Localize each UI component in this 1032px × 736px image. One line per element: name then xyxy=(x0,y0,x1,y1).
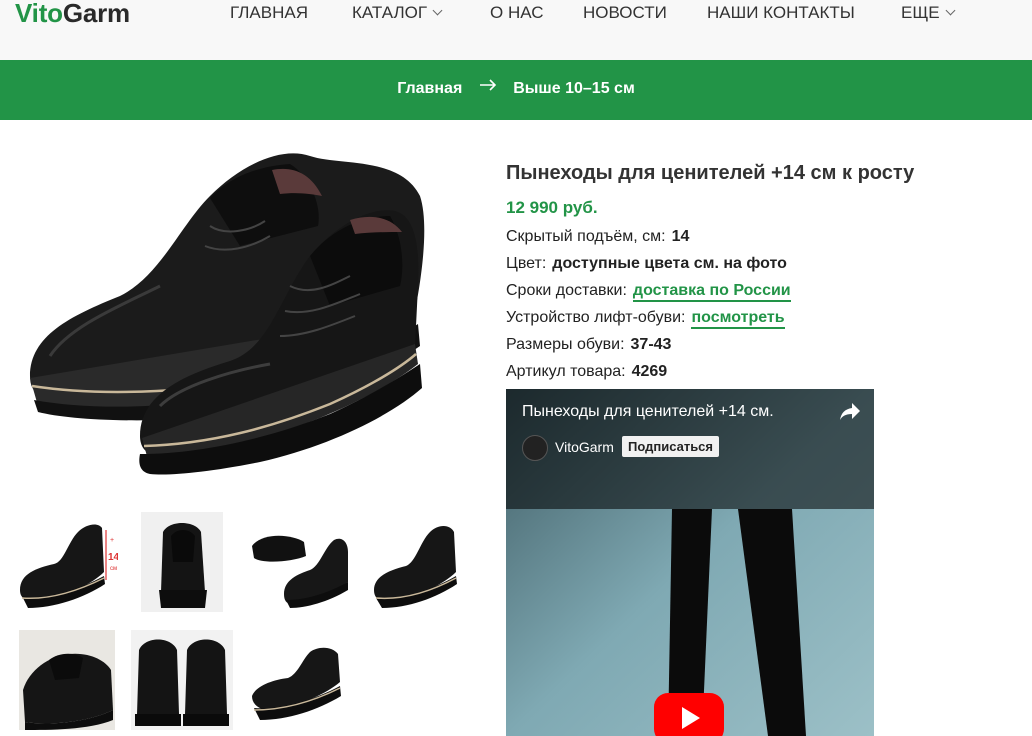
spec-color: Цвет: доступные цвета см. на фото xyxy=(506,255,787,273)
site-header: VitoGarm ГЛАВНАЯ КАТАЛОГ О НАС НОВОСТИ Н… xyxy=(0,0,1032,60)
thumbnail-1[interactable]: + 14 см xyxy=(14,512,120,612)
nav-home[interactable]: ГЛАВНАЯ xyxy=(230,3,308,23)
chevron-down-icon xyxy=(432,5,443,16)
breadcrumb: Главная Выше 10–15 см xyxy=(0,78,1032,98)
lift-badge-unit: см xyxy=(110,566,117,572)
lift-badge-number: 14 xyxy=(108,552,118,563)
breadcrumb-bar: Главная Выше 10–15 см xyxy=(0,60,1032,120)
spec-sku-value: 4269 xyxy=(631,363,668,380)
thumbnail-7[interactable] xyxy=(248,630,352,730)
spec-lift-label: Скрытый подъём, см: xyxy=(506,228,666,245)
spec-sku: Артикул товара: 4269 xyxy=(506,363,667,381)
spec-lift-value: 14 xyxy=(671,228,690,245)
subscribe-button[interactable]: Подписаться xyxy=(622,436,720,457)
video-player[interactable]: Пынеходы для ценителей +14 см. VitoGarm … xyxy=(506,389,874,736)
product-title: Пынеходы для ценителей +14 см к росту xyxy=(506,162,915,184)
channel-name[interactable]: VitoGarm xyxy=(555,439,614,455)
nav-about-label: О НАС xyxy=(490,3,544,22)
nav-catalog[interactable]: КАТАЛОГ xyxy=(352,3,443,23)
share-icon[interactable] xyxy=(838,401,862,426)
video-title[interactable]: Пынеходы для ценителей +14 см. xyxy=(522,403,774,421)
chevron-down-icon xyxy=(945,5,956,16)
thumbnail-4[interactable] xyxy=(368,512,458,612)
thumbnail-5[interactable] xyxy=(19,630,115,730)
play-button-icon[interactable] xyxy=(654,693,724,736)
nav-news-label: НОВОСТИ xyxy=(583,3,667,22)
spec-sizes-label: Размеры обуви: xyxy=(506,336,625,353)
spec-color-value: доступные цвета см. на фото xyxy=(552,255,787,272)
nav-more[interactable]: ЕЩЕ xyxy=(901,3,956,23)
nav-contacts-label: НАШИ КОНТАКТЫ xyxy=(707,3,855,22)
thumbnail-6[interactable] xyxy=(131,630,233,730)
nav-news[interactable]: НОВОСТИ xyxy=(583,3,667,23)
spec-delivery-label: Сроки доставки: xyxy=(506,282,627,299)
spec-sku-label: Артикул товара: xyxy=(506,363,626,380)
spec-sizes-value: 37-43 xyxy=(630,336,672,353)
spec-device-label: Устройство лифт-обуви: xyxy=(506,309,686,326)
channel-avatar[interactable] xyxy=(522,435,548,461)
spec-lift: Скрытый подъём, см: 14 xyxy=(506,228,689,246)
product-main-image[interactable] xyxy=(10,136,440,496)
nav-catalog-label: КАТАЛОГ xyxy=(352,3,428,22)
device-view-link[interactable]: посмотреть xyxy=(691,309,785,329)
spec-device: Устройство лифт-обуви: посмотреть xyxy=(506,309,785,329)
lift-badge-plus: + xyxy=(110,537,114,544)
spec-color-label: Цвет: xyxy=(506,255,547,272)
site-logo[interactable]: VitoGarm xyxy=(15,0,130,29)
delivery-link[interactable]: доставка по России xyxy=(632,282,791,302)
nav-home-label: ГЛАВНАЯ xyxy=(230,3,308,22)
nav-more-label: ЕЩЕ xyxy=(901,3,940,22)
thumbnail-2[interactable] xyxy=(141,512,223,612)
spec-sizes: Размеры обуви: 37-43 xyxy=(506,336,671,354)
arrow-right-icon xyxy=(479,78,497,96)
nav-about[interactable]: О НАС xyxy=(490,3,543,23)
product-price: 12 990 руб. xyxy=(506,198,598,217)
thumbnail-3[interactable] xyxy=(248,512,352,612)
nav-contacts[interactable]: НАШИ КОНТАКТЫ xyxy=(707,3,855,23)
logo-part-vito: Vito xyxy=(15,0,63,28)
breadcrumb-current: Выше 10–15 см xyxy=(513,80,635,98)
spec-delivery: Сроки доставки: доставка по России xyxy=(506,282,791,302)
breadcrumb-home-link[interactable]: Главная xyxy=(397,80,462,97)
logo-part-garm: Garm xyxy=(62,0,130,28)
